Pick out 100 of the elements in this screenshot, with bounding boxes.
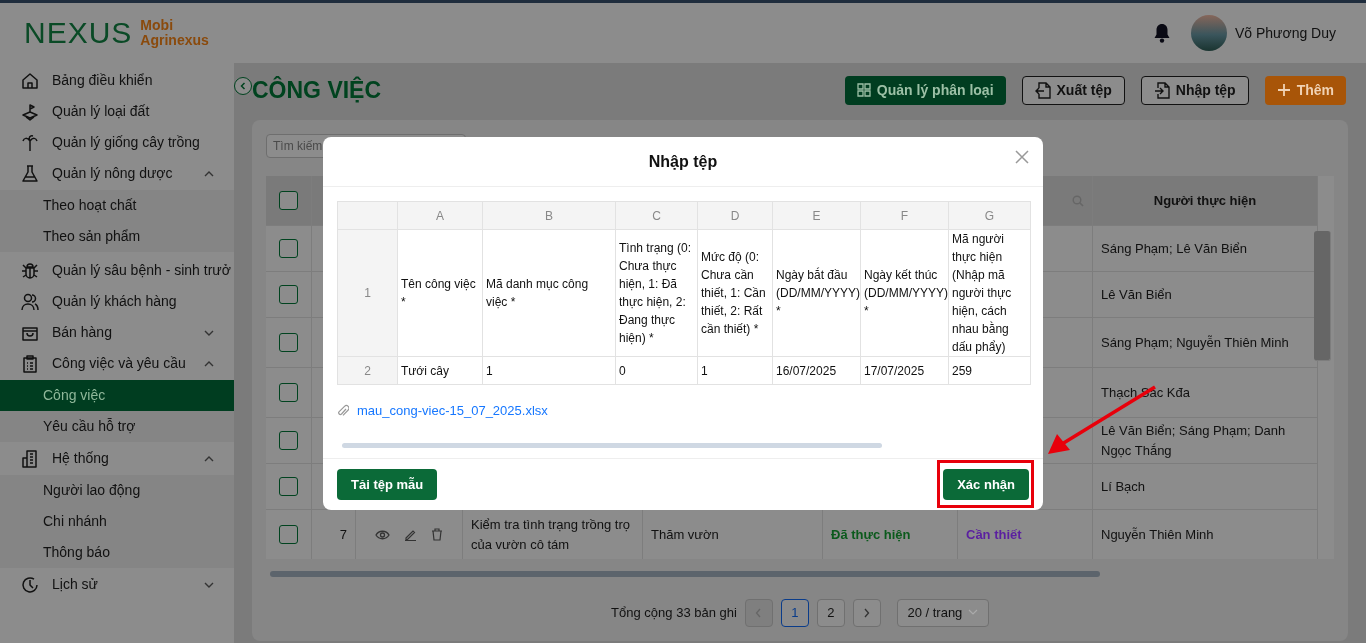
checkbox[interactable] <box>279 477 298 497</box>
scrollbar[interactable] <box>1314 231 1331 362</box>
house-icon <box>20 70 40 91</box>
building-icon <box>20 448 40 469</box>
sheet-cell: Tên công việc * <box>397 229 483 357</box>
sidebar-item[interactable]: Công việc và yêu cầu <box>0 348 234 379</box>
sidebar-item[interactable]: Quản lý giống cây trồng <box>0 127 234 158</box>
table-cell: Sáng Phạm; Nguyễn Thiên Minh <box>1093 318 1318 369</box>
sheet-cell: 259 <box>948 356 1031 385</box>
chevron-left-icon <box>755 607 763 618</box>
bell-icon[interactable] <box>1152 23 1171 43</box>
plus-icon <box>1276 83 1291 98</box>
sidebar-item[interactable]: Hệ thống <box>0 443 234 474</box>
table-cell: Sáng Phạm; Lê Văn Biển <box>1093 226 1318 273</box>
sidebar-item[interactable]: Theo sản phẩm <box>0 221 234 252</box>
export-button[interactable]: Xuất tệp <box>1021 75 1125 105</box>
sidebar-item[interactable]: Bảng điều khiển <box>0 65 234 96</box>
bug-icon <box>20 260 40 281</box>
file-export-icon <box>1034 81 1051 99</box>
file-link[interactable]: mau_cong-viec-15_07_2025.xlsx <box>357 401 548 421</box>
column-letter: D <box>697 201 773 230</box>
page-button[interactable]: 2 <box>816 598 845 627</box>
record-count: Tổng cộng 33 bản ghi <box>611 603 737 622</box>
dialog-title: Nhập tệp <box>648 151 718 172</box>
sheet-cell: Tưới cây <box>397 356 483 385</box>
add-button[interactable]: Thêm <box>1264 75 1346 105</box>
grid-icon <box>856 83 871 98</box>
logo-text: NEXUS <box>24 18 133 48</box>
sheet-cell: 17/07/2025 <box>860 356 949 385</box>
column-letter: E <box>772 201 861 230</box>
sidebar-item[interactable]: Chi nhánh <box>0 506 234 537</box>
sidebar-item[interactable]: Bán hàng <box>0 317 234 348</box>
sidebar-item[interactable]: Quản lý nông dược <box>0 158 234 189</box>
sheet-cell: Mã danh mục công việc * <box>482 229 616 357</box>
pencil-icon[interactable] <box>404 528 417 542</box>
checkbox[interactable] <box>279 239 298 259</box>
checkbox[interactable] <box>279 191 298 211</box>
category-button[interactable]: Quản lý phân loại <box>844 75 1006 105</box>
sidebar-item[interactable]: Quản lý khách hàng <box>0 286 234 317</box>
close-button[interactable] <box>1015 150 1029 164</box>
sheet-cell: Tình trạng (0: Chưa thực hiện, 1: Đã thực hiện, 2: Đang thực hiện) * <box>615 229 698 357</box>
column-header: Người thực hiện <box>1093 176 1318 227</box>
flask-icon <box>20 163 40 184</box>
checkbox[interactable] <box>279 383 298 403</box>
page-button[interactable]: 1 <box>780 598 809 627</box>
trash-icon[interactable] <box>431 528 443 542</box>
sheet-cell: 0 <box>615 356 698 385</box>
confirm-button[interactable]: Xác nhận <box>943 468 1029 500</box>
sheet-cell: Mức độ (0: Chưa cần thiết, 1: Cần thiết, 2: Rất cần thiết) * <box>697 229 773 357</box>
clipboard-icon <box>20 353 40 374</box>
sidebar-item[interactable]: Lịch sử <box>0 569 234 600</box>
chevron-icon <box>968 609 979 616</box>
page-title: CÔNG VIỆC <box>252 75 382 105</box>
sheet-cell: Ngày bắt đầu (DD/MM/YYYY) * <box>772 229 861 357</box>
import-button[interactable]: Nhập tệp <box>1140 75 1249 105</box>
sheet-cell: Ngày kết thúc (DD/MM/YYYY) * <box>860 229 949 357</box>
chevron-left-icon <box>239 82 247 90</box>
eye-icon[interactable] <box>375 528 390 541</box>
sheet-cell: 1 <box>697 356 773 385</box>
checkbox[interactable] <box>279 285 298 305</box>
page-size-select[interactable]: 20 / trang <box>896 598 989 627</box>
file-import-icon <box>1153 81 1170 99</box>
checkbox[interactable] <box>279 333 298 353</box>
sidebar-item[interactable]: Công việc <box>0 380 234 411</box>
user-name[interactable]: Võ Phương Duy <box>1234 22 1336 44</box>
brand-name: Mobi <box>140 18 174 33</box>
row-number: 1 <box>337 229 398 357</box>
table-cell: Lê Văn Biển; Sáng Phạm; Danh Ngọc Thắng <box>1093 418 1318 465</box>
column-letter: B <box>482 201 616 230</box>
column-letter: A <box>397 201 483 230</box>
table-cell: Lí Bạch <box>1093 464 1318 511</box>
column-letter: F <box>860 201 949 230</box>
sidebar-item[interactable]: Quản lý loại đất <box>0 96 234 127</box>
scrollbar[interactable] <box>342 442 882 448</box>
table-cell: Lê Văn Biển <box>1093 272 1318 319</box>
chevron-right-icon <box>863 607 871 618</box>
collapse-sidebar-button[interactable] <box>234 77 252 95</box>
palm-tree-icon <box>20 132 40 153</box>
sheet-cell: 16/07/2025 <box>772 356 861 385</box>
sidebar-item[interactable]: Theo hoạt chất <box>0 190 234 221</box>
scrollbar[interactable] <box>270 570 1100 577</box>
clock-icon <box>20 574 40 595</box>
sheet-cell: Mã người thực hiện (Nhập mã người thực hiện, cách nhau bằng dấu phẩy) <box>948 229 1031 357</box>
table-cell: Nguyễn Thiên Minh <box>1093 510 1318 559</box>
people-icon <box>20 291 40 312</box>
sidebar-item[interactable]: Thông báo <box>0 537 234 568</box>
column-letter: G <box>948 201 1031 230</box>
sidebar-item[interactable]: Người lao động <box>0 475 234 506</box>
avatar-photo-placeholder[interactable] <box>1190 15 1227 51</box>
checkbox[interactable] <box>279 431 298 451</box>
plant-icon <box>20 101 40 122</box>
row-number: 2 <box>337 356 398 385</box>
sheet-cell: 1 <box>482 356 616 385</box>
checkbox[interactable] <box>279 525 298 545</box>
sidebar-item[interactable]: Quản lý sâu bệnh - sinh trưở <box>0 255 234 286</box>
sidebar-item[interactable]: Yêu cầu hỗ trợ <box>0 411 234 442</box>
download-template-button[interactable]: Tải tệp mẫu <box>337 468 438 500</box>
brand-name: Agrinexus <box>140 33 209 48</box>
column-letter: C <box>615 201 698 230</box>
paperclip-icon <box>337 403 349 418</box>
